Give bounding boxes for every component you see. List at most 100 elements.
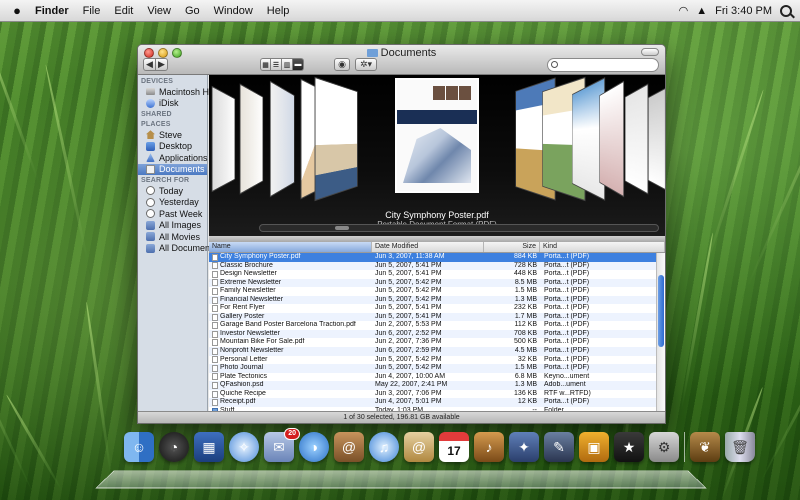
table-row[interactable]: Quiche Recipe Jun 3, 2007, 7:06 PM 136 KB R… xyxy=(209,390,665,399)
table-row[interactable]: City Symphony Poster.pdf Jun 3, 2007, 11:… xyxy=(209,253,665,262)
table-row[interactable]: QFashion.psd May 22, 2007, 2:41 PM 1.3 MB A… xyxy=(209,381,665,390)
table-row[interactable]: Garage Band Poster Barcelona Traction.pd… xyxy=(209,321,665,330)
column-header-date[interactable]: Date Modified xyxy=(372,242,484,252)
sidebar-item-past-week[interactable]: Past Week xyxy=(138,208,207,220)
finder-icon[interactable]: ☺ xyxy=(124,432,154,462)
menu-app-finder[interactable]: Finder xyxy=(28,5,76,17)
menu-go[interactable]: Go xyxy=(178,5,207,17)
table-row[interactable]: Nonprofit Newsletter Jun 6, 2007, 2:59 PM… xyxy=(209,347,665,356)
forward-button[interactable]: ▶ xyxy=(155,58,168,71)
cell-name: Financial Newsletter xyxy=(209,296,372,305)
mail-stamp-icon[interactable]: @ xyxy=(404,432,434,462)
cover-flow-scrollbar[interactable] xyxy=(259,224,659,232)
cell-kind: Porta...t (PDF) xyxy=(544,355,590,363)
volume-icon[interactable]: ▲ xyxy=(696,5,707,17)
cover-item[interactable] xyxy=(314,76,358,202)
cover-flow[interactable]: City Symphony Poster.pdf Portable Docume… xyxy=(209,75,665,242)
cover-item[interactable] xyxy=(599,80,625,198)
ichat-icon[interactable]: ◑ xyxy=(299,432,329,462)
sidebar-heading-places[interactable]: PLACES xyxy=(138,119,207,129)
menu-file[interactable]: File xyxy=(76,5,108,17)
action-gear-button[interactable]: ✲▾ xyxy=(355,58,377,71)
imovie-icon[interactable]: ★ xyxy=(614,432,644,462)
toolbar-toggle-button[interactable] xyxy=(641,48,659,56)
butterfly-icon[interactable]: ❦ xyxy=(690,432,720,462)
menu-window[interactable]: Window xyxy=(207,5,260,17)
cell-kind: Porta...t (PDF) xyxy=(544,321,590,329)
smart-folder-icon xyxy=(146,243,155,253)
table-row[interactable]: Family Newsletter Jun 5, 2007, 5:42 PM 1.5… xyxy=(209,287,665,296)
column-header-size[interactable]: Size xyxy=(484,242,540,252)
cell-date: Jun 5, 2007, 5:41 PM xyxy=(375,261,442,269)
table-row[interactable]: Mountain Bike For Sale.pdf Jun 2, 2007, 7… xyxy=(209,338,665,347)
cover-item[interactable] xyxy=(211,85,236,193)
icon-view-button[interactable]: ▦ xyxy=(260,58,271,71)
cover-item[interactable] xyxy=(239,83,264,195)
column-header-name[interactable]: Name xyxy=(209,242,372,252)
sidebar-item-documents[interactable]: Documents xyxy=(138,163,207,175)
preview-icon[interactable]: ✎ xyxy=(544,432,574,462)
table-row[interactable]: Photo Journal Jun 5, 2007, 5:42 PM 1.5 MB P… xyxy=(209,364,665,373)
mail-icon[interactable]: ✉ 20 xyxy=(264,428,300,462)
menu-help[interactable]: Help xyxy=(260,5,297,17)
sidebar-item-today[interactable]: Today xyxy=(138,185,207,197)
sidebar-item-all-images[interactable]: All Images xyxy=(138,220,207,232)
table-row[interactable]: Receipt.pdf Jun 4, 2007, 5:01 PM 12 KB Port… xyxy=(209,398,665,407)
spaces-icon[interactable]: ▦ xyxy=(194,432,224,462)
sidebar-item-idisk[interactable]: iDisk xyxy=(138,98,207,110)
apple-menu-icon[interactable]: ● xyxy=(6,3,28,18)
system-prefs-icon[interactable]: ⚙ xyxy=(649,432,679,462)
column-view-button[interactable]: ▥ xyxy=(282,58,293,71)
itunes-icon[interactable]: ♫ xyxy=(369,432,399,462)
table-row[interactable]: For Rent Flyer Jun 5, 2007, 5:41 PM 232 KB… xyxy=(209,304,665,313)
table-row[interactable]: Design Newsletter Jun 5, 2007, 5:41 PM 448… xyxy=(209,270,665,279)
table-row[interactable]: Extreme Newsletter Jun 5, 2007, 5:42 PM 8.… xyxy=(209,278,665,288)
list-scroll-thumb[interactable] xyxy=(658,275,664,347)
address-book-icon[interactable]: @ xyxy=(334,432,364,462)
table-row[interactable]: Classic Brochure Jun 5, 2007, 5:41 PM 728 … xyxy=(209,261,665,271)
spotlight-icon[interactable] xyxy=(780,4,792,17)
table-row[interactable]: Personal Letter Jun 5, 2007, 5:42 PM 32 KB… xyxy=(209,356,665,365)
quick-look-button[interactable]: ◉ xyxy=(334,58,350,71)
garageband-icon[interactable]: ♪ xyxy=(474,432,504,462)
sidebar-item-steve[interactable]: Steve xyxy=(138,129,207,141)
dashboard-icon[interactable]: ◔ xyxy=(159,432,189,462)
sidebar-heading-shared[interactable]: SHARED xyxy=(138,109,207,119)
table-row[interactable]: Gallery Poster Jun 5, 2007, 5:41 PM 1.7 MB… xyxy=(209,312,665,322)
sidebar-item-all-documents[interactable]: All Documents xyxy=(138,243,217,255)
cover-flow-scroll-thumb[interactable] xyxy=(335,226,349,230)
table-row[interactable]: Plate Tectonics Jun 4, 2007, 10:00 AM 6.8 … xyxy=(209,373,665,382)
search-field[interactable] xyxy=(547,58,659,72)
file-name: Financial Newsletter xyxy=(220,295,284,303)
sidebar-heading-search-for[interactable]: SEARCH FOR xyxy=(138,175,207,185)
menu-view[interactable]: View xyxy=(140,5,178,17)
cell-name: Personal Letter xyxy=(209,356,372,365)
cover-item[interactable] xyxy=(269,80,295,198)
sidebar-item-all-movies[interactable]: All Movies xyxy=(138,231,207,243)
cover-item[interactable] xyxy=(648,87,665,191)
photo-booth-icon[interactable]: ▣ xyxy=(579,432,609,462)
ical-icon[interactable]: 17 xyxy=(439,432,469,462)
cover-item[interactable] xyxy=(624,83,649,195)
cell-size: 112 KB xyxy=(514,321,537,329)
cover-item-selected[interactable] xyxy=(395,78,479,193)
sidebar-item-desktop[interactable]: Desktop xyxy=(138,141,207,153)
list-scrollbar[interactable] xyxy=(656,253,665,411)
safari-icon[interactable]: ✧ xyxy=(229,432,259,462)
folder-icon xyxy=(366,49,378,57)
column-header-kind[interactable]: Kind xyxy=(540,242,665,252)
table-row[interactable]: Financial Newsletter Jun 5, 2007, 5:42 PM… xyxy=(209,295,665,305)
sidebar-heading-devices[interactable]: DEVICES xyxy=(138,76,207,86)
automator-icon[interactable]: ✦ xyxy=(509,432,539,462)
menu-clock[interactable]: Fri 3:40 PM xyxy=(715,5,772,17)
document-icon xyxy=(212,390,218,398)
sidebar-item-yesterday[interactable]: Yesterday xyxy=(138,197,207,209)
list-view-button[interactable]: ☰ xyxy=(271,58,282,71)
sidebar-item-macintosh-hd[interactable]: Macintosh HD xyxy=(138,86,216,98)
sidebar-item-applications[interactable]: Applications xyxy=(138,152,208,164)
menu-edit[interactable]: Edit xyxy=(107,5,140,17)
coverflow-view-button[interactable]: ▬ xyxy=(293,58,304,71)
wifi-icon[interactable]: ◠ xyxy=(679,4,689,17)
table-row[interactable]: Investor Newsletter Jun 6, 2007, 2:52 PM 7… xyxy=(209,329,665,339)
trash-icon[interactable]: 🗑 xyxy=(725,432,755,462)
